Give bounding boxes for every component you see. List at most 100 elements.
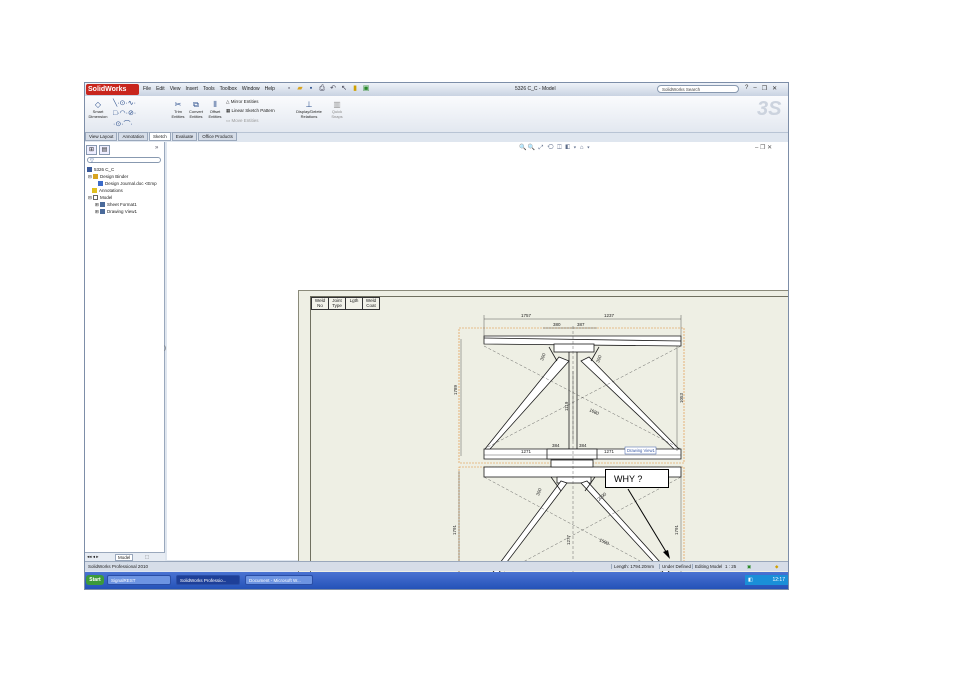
search-input[interactable]: SolidWorks Search [657, 85, 739, 93]
rectangle-tool-icon[interactable]: □·◠·⊘· [113, 109, 136, 117]
dim-left-height: 1789 [453, 384, 458, 395]
menu-help[interactable]: Help [265, 86, 275, 92]
system-tray: ◧ 12:17 [745, 575, 788, 585]
viewport-close-button[interactable]: ✕ [767, 145, 772, 151]
model-tab[interactable]: Model [115, 554, 134, 561]
tree-filter-input[interactable]: ▽ [87, 157, 161, 164]
taskbar-item-word[interactable]: Document - Microsoft W... [245, 575, 313, 585]
windows-taskbar: Start SignalREST SolidWorks Professio...… [85, 572, 788, 589]
menu-bar: File Edit View Insert Tools Toolbox Wind… [143, 86, 275, 92]
menu-view[interactable]: View [170, 86, 181, 92]
menu-toolbox[interactable]: Toolbox [220, 86, 237, 92]
dim-mid-top-right: 387 [577, 322, 585, 327]
convert-entities-button[interactable]: ⧉ Convert Entities [187, 100, 205, 119]
property-manager-tab-icon[interactable]: ▤ [99, 145, 110, 155]
quick-snaps-button[interactable]: ▥ Quick Snaps [328, 100, 346, 119]
solidworks-logo[interactable]: SolidWorks [86, 84, 139, 95]
drawing-view[interactable]: 1757 1237 380 387 1789 1053 1119 1271 38… [299, 291, 789, 590]
feature-tree-tab-icon[interactable]: ⊞ [86, 145, 97, 155]
menu-file[interactable]: File [143, 86, 151, 92]
ds-logo-icon: 3S [757, 98, 782, 120]
status-bar: SolidWorks Professional 2010 Length: 179… [85, 561, 788, 571]
tree-item-drawing-view[interactable]: ⊞ Drawing View1 [95, 209, 137, 215]
menu-window[interactable]: Window [242, 86, 260, 92]
help-status-icon[interactable]: ◆ [775, 564, 778, 570]
viewport-restore-button[interactable]: ❐ [760, 145, 765, 151]
point-tool-icon[interactable]: ·⊙·⌒· [113, 119, 133, 129]
taskbar-item-solidworks[interactable]: SolidWorks Professio... [176, 575, 240, 585]
tab-sketch[interactable]: Sketch [148, 132, 171, 141]
viewport-minimize-button[interactable]: – [755, 145, 758, 151]
taskbar-item-signalrest[interactable]: SignalREST [107, 575, 171, 585]
tab-evaluate[interactable]: Evaluate [171, 132, 198, 141]
tree-item-model[interactable]: ⊟ Model [88, 195, 112, 201]
drawing-sheet[interactable]: Weld No Joint Type Lgth Weld Coat 1757 1… [298, 290, 789, 590]
minimize-button[interactable]: – [753, 85, 756, 92]
tree-item-annotations[interactable]: Annotations [92, 188, 123, 194]
smart-dimension-button[interactable]: ◇ Smart Dimension [87, 100, 109, 119]
heads-up-view-toolbar[interactable]: 🔍🔍 ⤢ ⟲ ◫ ◧ ▾ ⌂ ▾ [519, 144, 591, 152]
tree-item-sheet-format[interactable]: ⊞ Sheet Format1 [95, 202, 137, 208]
callout-box: WHY ? [605, 469, 669, 488]
status-scale[interactable]: 1 : 25 [725, 564, 736, 569]
print-icon[interactable]: ⎙ [318, 85, 326, 93]
rebuild-status-icon[interactable]: ▣ [747, 564, 751, 570]
convert-icon: ⧉ [193, 100, 199, 109]
close-button[interactable]: ✕ [772, 85, 777, 92]
smart-dimension-icon: ◇ [94, 100, 102, 109]
undo-icon[interactable]: ↶ [329, 85, 337, 93]
new-document-icon[interactable]: ▫ [285, 85, 293, 93]
tree-root[interactable]: 5326 C_C [87, 167, 114, 173]
dim-right-height: 1053 [679, 392, 684, 403]
language-icon[interactable]: ◧ [748, 575, 753, 585]
menu-tools[interactable]: Tools [203, 86, 215, 92]
dim-middle-1: 1271 [521, 449, 532, 454]
diag-label: 300 [535, 487, 542, 496]
binder-icon [93, 174, 99, 180]
document-icon [98, 181, 103, 187]
relations-button[interactable]: ⊥ Display/Delete Relations [293, 100, 325, 119]
move-entities-button[interactable]: ▭ Move Entities [226, 118, 259, 124]
trim-entities-button[interactable]: ✂ Trim Entities [169, 100, 187, 119]
tree-item-design-journal[interactable]: Design Journal.doc <Emp [98, 181, 157, 187]
menu-insert[interactable]: Insert [185, 86, 198, 92]
select-icon[interactable]: ↖ [340, 85, 348, 93]
dim-mid-top-left: 380 [553, 322, 561, 327]
drawing-view-icon [100, 209, 106, 215]
left-panel-bottom-tabs: ◂◂ ◂ ▸ Model ⬚ [85, 552, 165, 561]
sheet-icon [93, 195, 99, 201]
drawing-view-label[interactable]: Drawing View1 [624, 446, 657, 455]
scroll-first-icon[interactable]: ◂◂ ◂ ▸ [87, 554, 99, 560]
dim-lower-right: 1791 [674, 524, 679, 535]
linear-pattern-button[interactable]: ▦ Linear Sketch Pattern [226, 108, 275, 114]
menu-edit[interactable]: Edit [156, 86, 165, 92]
graphics-area[interactable]: 🔍🔍 ⤢ ⟲ ◫ ◧ ▾ ⌂ ▾ – ❐ ✕ Weld No Joint Typ… [167, 142, 788, 589]
rebuild-icon[interactable]: ▮ [351, 85, 359, 93]
tab-view-layout[interactable]: View Layout [85, 132, 118, 141]
trim-icon: ✂ [174, 100, 182, 109]
drawing-icon [87, 167, 92, 173]
help-icon[interactable]: ? [745, 85, 748, 92]
status-length: Length: 1794.20mm [611, 564, 654, 569]
line-tool-icon[interactable]: ╲·⊙·∿· [113, 99, 136, 107]
panel-tabs: ⊞ ▤ [86, 145, 110, 155]
start-button[interactable]: Start [86, 575, 104, 585]
command-manager: ◇ Smart Dimension ╲·⊙·∿· □·◠·⊘· ·⊙·⌒· ✂ … [85, 96, 788, 133]
add-sheet-icon[interactable]: ⬚ [145, 554, 149, 560]
save-icon[interactable]: ▪ [307, 85, 315, 93]
diag-label: 1590 [599, 537, 611, 546]
tree-item-design-binder[interactable]: ⊟ Design Binder [88, 174, 128, 180]
dim-middle-3: 384 [579, 443, 587, 448]
annotations-icon [92, 188, 97, 194]
status-definition: Under Defined [659, 564, 691, 569]
offset-entities-button[interactable]: ⫴ Offset Entities [206, 100, 224, 119]
expand-panel-icon[interactable]: » [155, 145, 158, 151]
open-folder-icon[interactable]: ▰ [296, 85, 304, 93]
clock[interactable]: 12:17 [772, 577, 785, 583]
tab-annotation[interactable]: Annotation [118, 132, 148, 141]
options-icon[interactable]: ▣ [362, 85, 370, 93]
tab-office-products[interactable]: Office Products [198, 132, 237, 141]
window-controls: ? – ❐ ✕ [745, 85, 777, 92]
restore-button[interactable]: ❐ [762, 85, 767, 92]
mirror-entities-button[interactable]: △ Mirror Entities [226, 99, 258, 105]
